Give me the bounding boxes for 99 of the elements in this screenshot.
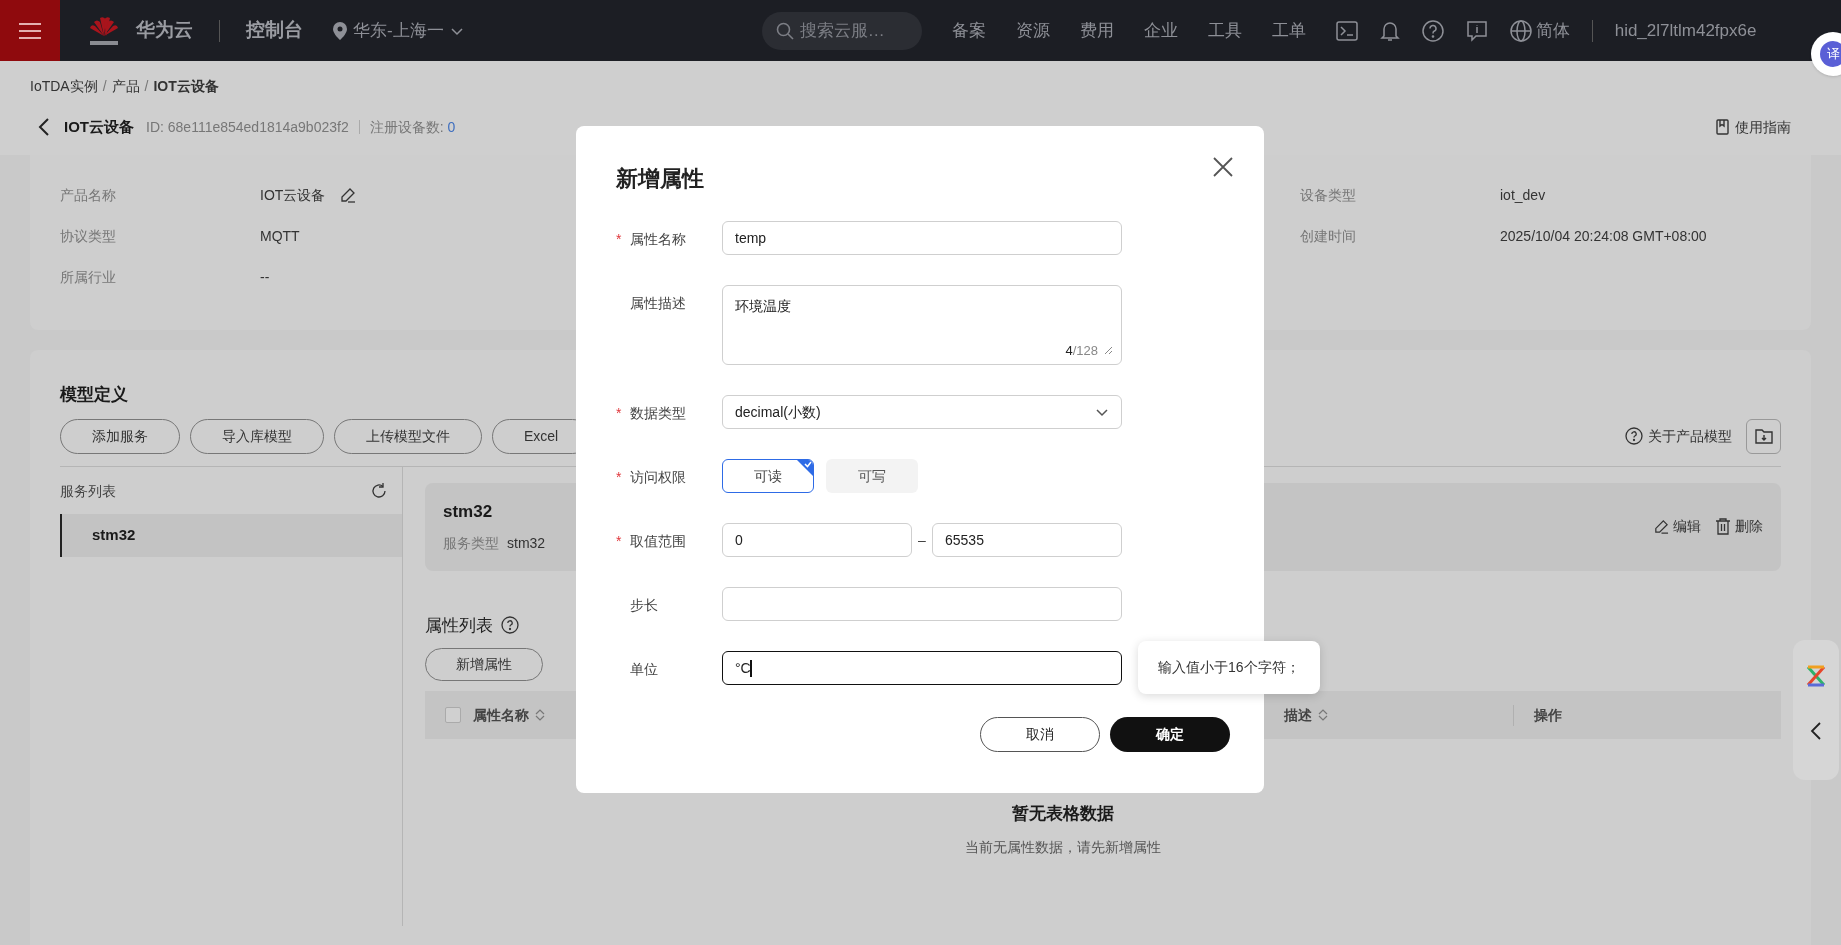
- detail-value: --: [260, 268, 270, 287]
- breadcrumb-link[interactable]: IoTDA实例: [30, 76, 98, 97]
- about-model-link[interactable]: 关于产品模型: [1625, 425, 1732, 447]
- detail-label: 产品名称: [60, 186, 117, 205]
- min-field[interactable]: 0: [722, 523, 912, 557]
- feedback-icon[interactable]: [1465, 19, 1488, 42]
- help-icon: [1625, 427, 1643, 445]
- menu-button[interactable]: [0, 0, 60, 61]
- check-corner-icon: [797, 460, 813, 476]
- globe-icon: [1509, 19, 1532, 42]
- detail-value: MQTT: [260, 227, 300, 246]
- product-id: ID: 68e111e854ed1814a9b023f2: [146, 117, 349, 137]
- breadcrumb-link[interactable]: 产品: [111, 76, 140, 97]
- empty-title: 暂无表格数据: [1012, 803, 1114, 825]
- column-header: 描述: [1284, 705, 1312, 725]
- service-type: stm32: [507, 534, 546, 554]
- terminal-icon[interactable]: [1335, 20, 1358, 41]
- tooltip: 输入值小于16个字符；: [1138, 641, 1320, 694]
- service-type-label: 服务类型: [443, 534, 499, 554]
- field-label: 单位: [630, 660, 658, 679]
- field-label: 步长: [630, 596, 658, 615]
- close-icon[interactable]: [1212, 156, 1234, 178]
- access-option[interactable]: 可读: [722, 459, 814, 493]
- detail-value: 2025/10/04 20:24:08 GMT+08:00: [1500, 227, 1707, 246]
- required-mark: *: [616, 532, 623, 551]
- pencil-icon[interactable]: [339, 187, 357, 204]
- edit-link[interactable]: 编辑: [1653, 516, 1701, 537]
- max-field[interactable]: 65535: [932, 523, 1122, 557]
- access-option[interactable]: 可写: [826, 459, 918, 493]
- field-label: 取值范围: [630, 532, 686, 551]
- text-field[interactable]: °C: [722, 651, 1122, 685]
- column-header: 操作: [1534, 705, 1562, 725]
- location-pin-icon: [333, 21, 347, 40]
- nav-link[interactable]: 工单: [1271, 17, 1306, 44]
- nav-link[interactable]: 工具: [1207, 17, 1242, 44]
- text-field[interactable]: temp: [722, 221, 1122, 255]
- breadcrumb-separator: /: [144, 77, 149, 96]
- data-type-select[interactable]: decimal(小数): [722, 395, 1122, 429]
- trash-icon: [1715, 518, 1731, 535]
- service-list-item[interactable]: stm32: [60, 513, 402, 557]
- column-header: 属性名称: [473, 705, 529, 725]
- search-icon: [775, 21, 794, 40]
- property-list-title: 属性列表: [425, 614, 493, 637]
- app-logo-icon[interactable]: [1805, 664, 1827, 688]
- required-mark: *: [616, 230, 623, 249]
- help-icon[interactable]: [1421, 19, 1444, 42]
- service-name: stm32: [443, 500, 494, 523]
- description-field[interactable]: 环境温度 4/128: [722, 285, 1122, 365]
- refresh-icon[interactable]: [370, 482, 388, 500]
- dialog-title: 新增属性: [616, 165, 704, 193]
- detail-value: IOT云设备: [260, 186, 326, 205]
- checkbox[interactable]: [445, 707, 461, 723]
- detail-label: 设备类型: [1300, 186, 1357, 205]
- nav-link[interactable]: 备案: [951, 17, 986, 44]
- detail-label: 协议类型: [60, 227, 117, 246]
- console-title: 控制台: [246, 18, 303, 43]
- nav-link[interactable]: 费用: [1079, 17, 1114, 44]
- resize-handle-icon: [1104, 345, 1113, 355]
- confirm-button[interactable]: 确定: [1110, 717, 1230, 752]
- delete-link[interactable]: 删除: [1715, 516, 1763, 537]
- pencil-icon: [1653, 518, 1669, 535]
- detail-label: 创建时间: [1300, 227, 1357, 246]
- brand-name: 华为云: [136, 18, 193, 43]
- detail-label: 所属行业: [60, 268, 117, 287]
- language-selector[interactable]: 简体: [1509, 17, 1570, 44]
- menu-icon: [19, 21, 41, 40]
- book-icon: [1716, 119, 1729, 136]
- device-count-label: 注册设备数:: [369, 117, 444, 137]
- breadcrumb-separator: /: [102, 77, 107, 96]
- required-mark: *: [616, 468, 623, 487]
- character-count: 4/128: [1065, 341, 1098, 360]
- bell-icon[interactable]: [1379, 19, 1400, 42]
- export-button[interactable]: [1746, 418, 1781, 454]
- required-mark: *: [616, 404, 623, 423]
- product-title: IOT云设备: [64, 117, 134, 137]
- field-value: 环境温度: [735, 298, 791, 314]
- field-label: 访问权限: [630, 468, 686, 487]
- guide-link[interactable]: 使用指南: [1716, 116, 1791, 138]
- sort-icon[interactable]: [535, 708, 545, 722]
- range-separator: –: [917, 530, 927, 550]
- service-list-title: 服务列表: [60, 481, 116, 501]
- region-selector[interactable]: 华东-上海一: [333, 17, 464, 44]
- nav-link[interactable]: 企业: [1143, 17, 1178, 44]
- text-field[interactable]: [722, 587, 1122, 621]
- translate-badge: 译: [1820, 41, 1841, 67]
- chevron-left-icon[interactable]: [1810, 722, 1822, 740]
- empty-text: 当前无属性数据，请先新增属性: [965, 837, 1161, 857]
- field-label: 数据类型: [630, 404, 686, 423]
- nav-link[interactable]: 资源: [1015, 17, 1050, 44]
- field-label: 属性描述: [630, 294, 686, 313]
- text-cursor: [750, 660, 752, 677]
- breadcrumb-link[interactable]: IOT云设备: [153, 76, 219, 97]
- sort-icon[interactable]: [1318, 708, 1328, 722]
- detail-value: iot_dev: [1500, 186, 1546, 205]
- help-icon[interactable]: [501, 616, 519, 635]
- username[interactable]: hid_2l7ltlm42fpx6e: [1614, 17, 1757, 44]
- field-label: 属性名称: [630, 230, 686, 249]
- section-title: 模型定义: [60, 384, 128, 406]
- folder-download-icon: [1754, 428, 1773, 444]
